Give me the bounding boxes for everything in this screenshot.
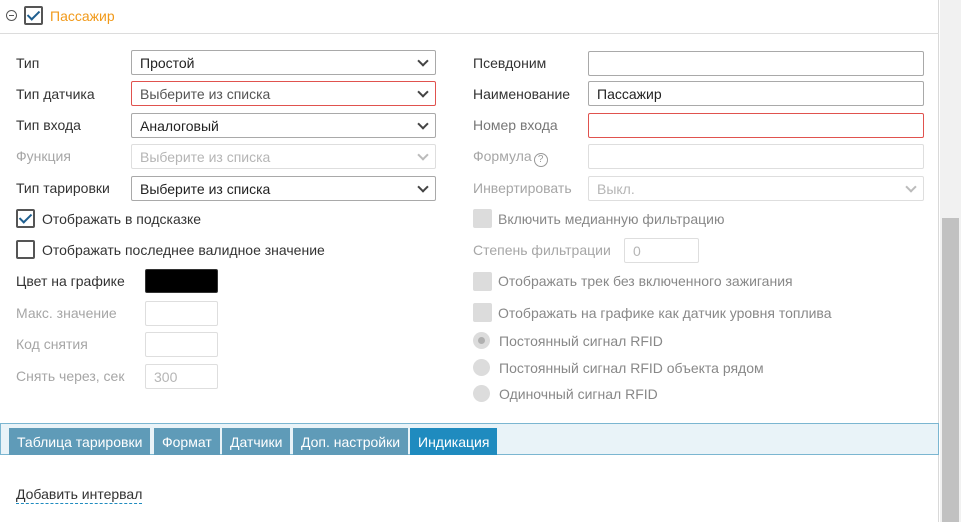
tab-format[interactable]: Формат <box>154 428 220 455</box>
formula-label: Формула? <box>473 148 548 167</box>
rfid-constant-radio[interactable] <box>473 332 490 349</box>
invert-label: Инвертировать <box>473 180 572 196</box>
section-header: Пассажир <box>0 0 939 34</box>
rfid-single-radio[interactable] <box>473 385 490 402</box>
chevron-down-icon <box>905 181 917 193</box>
max-value-label: Макс. значение <box>16 305 117 321</box>
function-select-value: Выберите из списка <box>140 149 271 165</box>
chart-color-swatch[interactable] <box>145 269 218 293</box>
function-select[interactable]: Выберите из списка <box>131 144 436 169</box>
tab-sensors[interactable]: Датчики <box>222 428 291 455</box>
type-label: Тип <box>16 55 40 71</box>
rfid-nearby-radio[interactable] <box>473 359 490 376</box>
fuel-level-chart-label: Отображать на графике как датчик уровня … <box>498 305 832 321</box>
filter-degree-label: Степень фильтрации <box>473 242 611 258</box>
chevron-down-icon <box>417 181 429 193</box>
rfid-constant-label: Постоянный сигнал RFID <box>499 333 663 349</box>
chevron-down-icon <box>417 55 429 67</box>
show-in-tooltip-checkbox[interactable] <box>16 209 35 228</box>
chevron-down-icon <box>417 149 429 161</box>
alias-input[interactable] <box>588 51 924 76</box>
sensor-type-label: Тип датчика <box>16 86 95 102</box>
sensor-type-select[interactable]: Выберите из списка <box>131 81 436 106</box>
show-last-valid-label: Отображать последнее валидное значение <box>42 242 325 258</box>
type-select[interactable]: Простой <box>131 50 436 75</box>
calibration-type-label: Тип тарировки <box>16 180 110 196</box>
chevron-down-icon <box>417 118 429 130</box>
section-enabled-checkbox[interactable] <box>24 6 43 25</box>
track-without-ignition-checkbox[interactable] <box>473 272 492 291</box>
invert-select-value: Выкл. <box>597 181 635 197</box>
remove-after-input[interactable]: 300 <box>145 364 218 389</box>
sensor-settings-panel: Пассажир Тип Простой Тип датчика Выберит… <box>0 0 939 522</box>
track-without-ignition-label: Отображать трек без включенного зажигани… <box>498 273 793 289</box>
collapse-icon[interactable] <box>6 10 17 21</box>
tab-calibration-table[interactable]: Таблица тарировки <box>9 428 151 455</box>
scrollbar-thumb[interactable] <box>942 218 959 522</box>
vertical-scrollbar[interactable] <box>940 0 961 522</box>
sensor-type-select-value: Выберите из списка <box>140 86 271 102</box>
fuel-level-chart-checkbox[interactable] <box>473 303 492 322</box>
removal-code-input[interactable] <box>145 332 218 357</box>
input-number-label: Номер входа <box>473 117 558 133</box>
calibration-type-select[interactable]: Выберите из списка <box>131 176 436 201</box>
type-select-value: Простой <box>140 55 195 71</box>
median-filter-label: Включить медианную фильтрацию <box>498 211 725 227</box>
remove-after-label: Снять через, сек <box>16 368 125 384</box>
chart-color-label: Цвет на графике <box>16 273 125 289</box>
show-last-valid-checkbox[interactable] <box>16 240 35 259</box>
rfid-single-label: Одиночный сигнал RFID <box>499 386 658 402</box>
calibration-type-select-value: Выберите из списка <box>140 181 271 197</box>
removal-code-label: Код снятия <box>16 336 88 352</box>
formula-label-text: Формула <box>473 148 532 164</box>
section-title: Пассажир <box>50 8 115 24</box>
filter-degree-input[interactable]: 0 <box>624 238 699 263</box>
input-type-select[interactable]: Аналоговый <box>131 113 436 138</box>
help-icon[interactable]: ? <box>533 153 548 167</box>
tab-extra-settings[interactable]: Доп. настройки <box>293 428 409 455</box>
tab-indication[interactable]: Индикация <box>410 428 498 455</box>
add-interval-link[interactable]: Добавить интервал <box>16 486 143 504</box>
invert-select[interactable]: Выкл. <box>588 176 924 201</box>
input-type-label: Тип входа <box>16 117 81 133</box>
name-input[interactable]: Пассажир <box>588 81 924 106</box>
input-number-input[interactable] <box>588 113 924 138</box>
formula-input[interactable] <box>588 144 924 169</box>
rfid-nearby-label: Постоянный сигнал RFID объекта рядом <box>499 360 764 376</box>
name-label: Наименование <box>473 86 571 102</box>
alias-label: Псевдоним <box>473 55 547 71</box>
tab-bar: Таблица тарировки Формат Датчики Доп. на… <box>0 423 939 455</box>
max-value-input[interactable] <box>145 301 218 326</box>
chevron-down-icon <box>417 86 429 98</box>
function-label: Функция <box>16 148 71 164</box>
median-filter-checkbox[interactable] <box>473 209 492 228</box>
input-type-select-value: Аналоговый <box>140 118 219 134</box>
show-in-tooltip-label: Отображать в подсказке <box>42 211 202 227</box>
